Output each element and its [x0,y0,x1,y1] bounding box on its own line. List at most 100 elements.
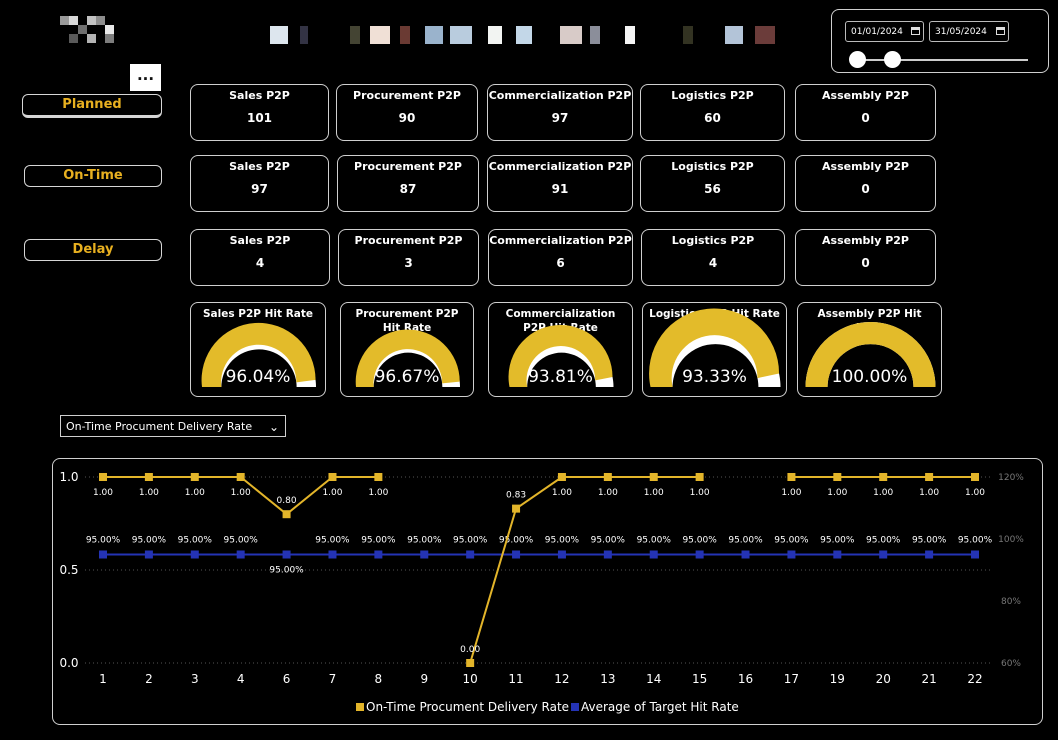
target-hit-rate-label: 95.00% [407,536,442,546]
kpi-card-title: Sales P2P [229,160,290,173]
target-hit-rate-label: 95.00% [774,536,809,546]
hit-rate-gauge-card[interactable]: Sales P2P Hit Rate 96.04% [190,302,326,397]
end-date-text: 31/05/2024 [935,27,987,37]
target-hit-rate-label: 95.00% [682,536,717,546]
target-hit-rate-point [603,550,612,559]
delivery-rate-label: 1.00 [139,488,159,498]
target-hit-rate-label: 95.00% [224,536,259,546]
target-hit-rate-label: 95.00% [499,536,534,546]
calendar-icon[interactable] [911,27,920,35]
kpi-card-value: 6 [556,256,565,270]
x-axis-tick-label: 12 [554,672,569,686]
hit-rate-gauge-card[interactable]: Procurement P2P Hit Rate 96.67% [340,302,474,397]
start-date-input[interactable]: 01/01/2024 [845,21,924,42]
hit-rate-gauge-card[interactable]: Logistics P2P Hit Rate93.33% [642,302,787,397]
delay-kpi-card[interactable]: Sales P2P 4 [190,229,330,286]
delay-button[interactable]: Delay [24,239,162,261]
target-hit-rate-label: 95.00% [453,536,488,546]
report-header-banner [270,24,780,46]
target-hit-rate-label: 95.00% [591,536,626,546]
target-hit-rate-point [236,550,245,559]
more-options-button[interactable]: ... [130,64,161,91]
dropdown-selected-value: On-Time Procument Delivery Rate [66,420,253,433]
kpi-card-value: 0 [861,182,870,196]
ontime-kpi-card[interactable]: Procurement P2P 87 [337,155,479,212]
delivery-rate-line-chart: 1.0 0.5 0.0 120% 100% 80% 60% 1 2 3 4 6 7 8 9 10 11 12 13 1… [52,458,1043,725]
target-hit-rate-point [833,550,842,559]
target-hit-rate-label: 95.00% [361,536,396,546]
date-slider-start-handle[interactable] [849,51,866,68]
delay-kpi-card[interactable]: Commercialization P2P 6 [488,229,633,286]
kpi-card-title: Assembly P2P [822,234,909,247]
target-hit-rate-label: 95.00% [315,536,350,546]
delivery-rate-label: 1.00 [919,488,939,498]
kpi-card-value: 0 [861,111,870,125]
delivery-rate-point [512,504,521,513]
target-hit-rate-point [557,550,566,559]
target-hit-rate-label: 95.00% [866,536,901,546]
ontime-kpi-card[interactable]: Commercialization P2P 91 [487,155,633,212]
ontime-kpi-card[interactable]: Sales P2P 97 [190,155,329,212]
delay-kpi-card[interactable]: Assembly P2P 0 [795,229,936,286]
end-date-input[interactable]: 31/05/2024 [929,21,1009,42]
target-hit-rate-label: 95.00% [958,536,993,546]
planned-kpi-card[interactable]: Logistics P2P 60 [640,84,785,141]
planned-kpi-card[interactable]: Procurement P2P 90 [336,84,478,141]
planned-kpi-card[interactable]: Commercialization P2P 97 [487,84,633,141]
legend-label-delivery-rate: On-Time Procument Delivery Rate [366,700,569,714]
calendar-icon[interactable] [996,27,1005,35]
on-time-button[interactable]: On-Time [24,165,162,187]
kpi-card-title: Procurement P2P [353,89,461,102]
x-axis-tick-label: 11 [508,672,523,686]
target-hit-rate-label: 95.00% [637,536,672,546]
delivery-rate-label: 1.00 [231,488,251,498]
ontime-kpi-card[interactable]: Logistics P2P 56 [640,155,785,212]
hit-rate-gauge-card[interactable]: Assembly P2P Hit Rate100.00% [797,302,942,397]
delivery-rate-label: 1.00 [690,488,710,498]
delivery-rate-point [557,473,566,481]
delivery-rate-point [282,510,291,519]
kpi-card-value: 101 [246,111,273,125]
delivery-rate-label: 1.00 [185,488,205,498]
gauge-value: 93.33% [682,367,747,387]
delivery-rate-point [374,473,383,481]
delivery-rate-label: 1.00 [93,488,113,498]
y2-axis-tick-label: 60% [1001,659,1021,669]
kpi-card-value: 3 [404,256,413,270]
delivery-rate-label: 1.00 [965,488,985,498]
metric-selector-dropdown[interactable]: On-Time Procument Delivery Rate ⌄ [60,415,286,437]
gauge-value: 100.00% [831,367,908,387]
target-hit-rate-point [787,550,796,559]
planned-button[interactable]: Planned [22,94,162,118]
target-hit-rate-point [374,550,383,559]
start-date-text: 01/01/2024 [851,27,903,37]
delivery-rate-label: 1.00 [644,488,664,498]
target-hit-rate-point [512,550,521,559]
target-hit-rate-label: 95.00% [912,536,947,546]
kpi-card-value: 91 [551,182,569,196]
kpi-card-value: 90 [398,111,416,125]
delivery-rate-point [328,473,337,481]
delivery-rate-point [925,473,934,481]
date-slider-end-handle[interactable] [884,51,902,68]
kpi-card-value: 97 [551,111,569,125]
x-axis-tick-label: 8 [375,672,383,686]
ontime-kpi-card[interactable]: Assembly P2P 0 [795,155,936,212]
legend-label-target-hit-rate: Average of Target Hit Rate [581,700,739,714]
delay-kpi-card[interactable]: Procurement P2P 3 [338,229,479,286]
planned-kpi-card[interactable]: Sales P2P 101 [190,84,329,141]
target-hit-rate-point [190,550,199,559]
target-hit-rate-point [879,550,888,559]
delivery-rate-point [971,473,979,481]
hit-rate-gauge-card[interactable]: Commercialization P2P Hit Rate93.81% [488,302,633,397]
y-axis-tick-label: 1.0 [59,470,78,484]
target-hit-rate-point [649,550,658,559]
legend-swatch-delivery-rate [356,703,364,711]
target-hit-rate-point [741,550,750,559]
delay-kpi-card[interactable]: Logistics P2P 4 [641,229,785,286]
delivery-rate-label: 1.00 [827,488,847,498]
delivery-rate-label: 1.00 [873,488,893,498]
kpi-card-title: Sales P2P [229,234,291,247]
kpi-card-title: Commercialization P2P [489,234,632,247]
planned-kpi-card[interactable]: Assembly P2P 0 [795,84,936,141]
